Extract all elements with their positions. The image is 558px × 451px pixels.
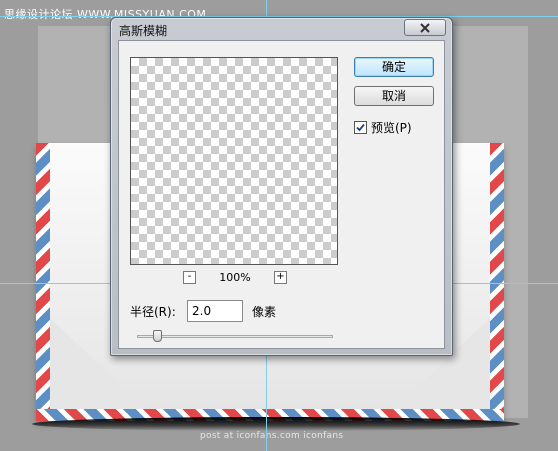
zoom-out-button[interactable]: - — [183, 271, 196, 284]
radius-input[interactable] — [187, 300, 243, 322]
checkmark-icon — [356, 123, 365, 132]
credit-text: post at iconfans.com iconfans — [200, 431, 344, 441]
blur-preview-area[interactable] — [130, 57, 338, 265]
radius-slider-thumb[interactable] — [152, 330, 162, 342]
close-icon — [420, 22, 430, 33]
dialog-content: - 100% + 确定 取消 预览(P) 半径(R): 像素 — [118, 40, 445, 349]
preview-checkbox[interactable] — [354, 121, 367, 134]
preview-label: 预览(P) — [371, 121, 412, 135]
radius-slider-track[interactable] — [137, 335, 333, 338]
dialog-title-bar[interactable]: 高斯模糊 — [111, 18, 452, 40]
radius-unit-label: 像素 — [252, 305, 277, 319]
ok-button[interactable]: 确定 — [354, 57, 434, 77]
zoom-level-text: 100% — [219, 271, 251, 284]
preview-toggle[interactable]: 预览(P) — [354, 119, 412, 136]
radius-label: 半径(R): — [130, 305, 176, 319]
envelope-stripe-left — [36, 143, 50, 421]
close-button[interactable] — [404, 19, 446, 36]
gaussian-blur-dialog: 高斯模糊 - 100% + 确定 取消 预览(P) 半径(R): 像素 — [110, 17, 453, 356]
dialog-title: 高斯模糊 — [119, 24, 168, 38]
zoom-in-button[interactable]: + — [274, 271, 287, 284]
envelope-stripe-right — [490, 143, 504, 421]
envelope-shadow — [32, 417, 520, 431]
cancel-button[interactable]: 取消 — [354, 86, 434, 106]
